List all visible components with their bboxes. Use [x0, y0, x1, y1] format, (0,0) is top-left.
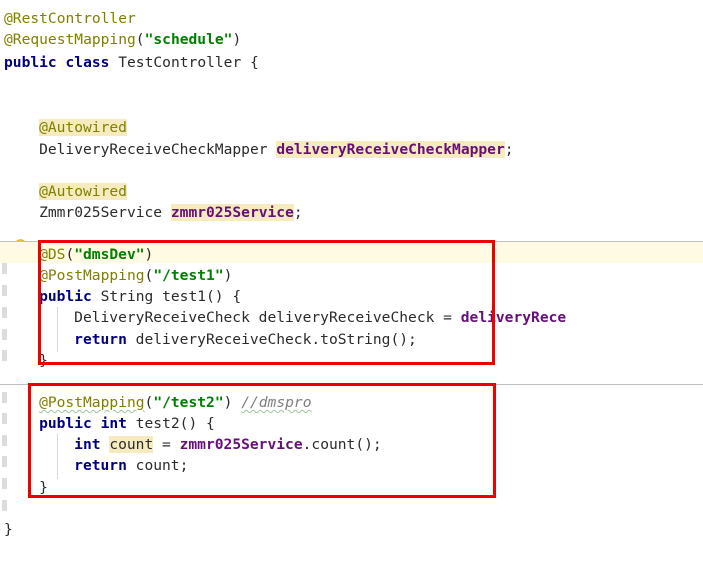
code-line[interactable]: }	[0, 475, 703, 496]
code-token: DeliveryReceiveCheckMapper	[39, 141, 277, 158]
code-token: (	[65, 246, 75, 263]
code-line[interactable]: return count;	[0, 453, 703, 474]
code-line-text: @Autowired	[39, 117, 127, 138]
code-line-text: @RequestMapping("schedule")	[4, 29, 241, 50]
code-token: deliveryRece	[460, 309, 567, 326]
code-line-text: public class TestController {	[4, 52, 259, 73]
code-line[interactable]: public class TestController {	[0, 50, 703, 71]
code-token: @RequestMapping	[4, 31, 136, 48]
code-line[interactable]: int count = zmmr025Service.count();	[0, 432, 703, 453]
code-token: @PostMapping	[39, 394, 145, 411]
code-token: @DS	[39, 246, 66, 263]
code-line[interactable]	[0, 71, 703, 92]
code-line-text: public String test1() {	[39, 286, 241, 307]
code-line[interactable]: public int test2() {	[0, 411, 703, 432]
code-token: "schedule"	[144, 31, 233, 48]
code-token: "/test1"	[153, 267, 224, 284]
code-token: test2() {	[126, 415, 215, 432]
code-token: class	[65, 54, 110, 71]
code-token: .count();	[302, 436, 382, 453]
code-line[interactable]: DeliveryReceiveCheck deliveryReceiveChec…	[0, 305, 703, 326]
code-token: @Autowired	[39, 183, 127, 200]
code-token: zmmr025Service	[170, 204, 294, 221]
code-token: }	[39, 352, 48, 369]
code-token: )	[144, 246, 154, 263]
code-surface[interactable]: @RestController @RequestMapping("schedule…	[0, 0, 703, 563]
code-token: zmmr025Service	[179, 436, 303, 453]
code-line-text: Zmmr025Service zmmr025Service;	[39, 202, 303, 223]
code-line[interactable]: @RestController	[0, 6, 703, 27]
code-line-text: return deliveryReceiveCheck.toString();	[74, 329, 417, 350]
code-token: =	[153, 436, 180, 453]
code-token: ;	[293, 204, 303, 221]
code-line[interactable]: }	[0, 348, 703, 369]
code-line[interactable]	[0, 496, 703, 517]
code-token: )	[223, 267, 233, 284]
code-token: TestController {	[109, 54, 259, 71]
code-token: (	[144, 267, 154, 284]
code-line-text: }	[39, 350, 48, 371]
code-line[interactable]	[0, 158, 703, 179]
code-editor[interactable]: @RestController @RequestMapping("schedule…	[0, 0, 703, 563]
code-line-text: }	[39, 477, 48, 498]
code-line-text: }	[4, 519, 13, 540]
code-token: int	[100, 415, 127, 432]
code-line-text: int count = zmmr025Service.count();	[74, 434, 382, 455]
code-token: "/test2"	[153, 394, 224, 411]
code-token: deliveryReceiveCheck.toString();	[126, 331, 417, 348]
code-token: count	[109, 436, 154, 453]
code-line-text: @Autowired	[39, 181, 127, 202]
code-token: "dmsDev"	[74, 246, 145, 263]
code-line[interactable]: @PostMapping("/test2") //dmspro	[0, 390, 703, 411]
code-token: DeliveryReceiveCheck deliveryReceiveChec…	[74, 309, 461, 326]
code-line[interactable]: Zmmr025Service zmmr025Service;	[0, 200, 703, 221]
code-line[interactable]	[0, 92, 703, 113]
code-token: return	[74, 457, 127, 474]
code-token: Zmmr025Service	[39, 204, 171, 221]
code-token: return	[74, 331, 127, 348]
code-token: )	[223, 394, 242, 411]
code-line-text: @RestController	[4, 8, 136, 29]
code-line-text: return count;	[74, 455, 188, 476]
code-token: String test1() {	[91, 288, 242, 305]
code-token: @RestController	[4, 10, 136, 27]
code-line[interactable]: @PostMapping("/test1")	[0, 263, 703, 284]
code-token: (	[144, 394, 154, 411]
code-token: ;	[504, 141, 514, 158]
code-line[interactable]	[0, 221, 703, 242]
code-line-text: @PostMapping("/test1")	[39, 265, 232, 286]
code-line-text: DeliveryReceiveCheck deliveryReceiveChec…	[74, 307, 566, 328]
code-line[interactable]: @RequestMapping("schedule")	[0, 27, 703, 48]
code-line[interactable]: DeliveryReceiveCheckMapper deliveryRecei…	[0, 137, 703, 158]
code-token: @PostMapping	[39, 267, 145, 284]
code-line-text: @PostMapping("/test2") //dmspro	[39, 392, 311, 413]
code-token: (	[135, 31, 145, 48]
code-line[interactable]: }	[0, 517, 703, 538]
code-line[interactable]: return deliveryReceiveCheck.toString();	[0, 327, 703, 348]
code-line[interactable]: @Autowired	[0, 179, 703, 200]
code-line[interactable]: public String test1() {	[0, 284, 703, 305]
code-token: int	[74, 436, 101, 453]
code-token: }	[39, 479, 48, 496]
code-line[interactable]: @Autowired	[0, 115, 703, 136]
code-token: public	[4, 54, 57, 71]
code-token: @Autowired	[39, 119, 127, 136]
code-token: //dmspro	[241, 394, 312, 411]
code-token: )	[232, 31, 242, 48]
code-line[interactable]	[0, 369, 703, 390]
code-token: deliveryReceiveCheckMapper	[276, 141, 505, 158]
code-token: public	[39, 415, 92, 432]
code-line-text: public int test2() {	[39, 413, 215, 434]
code-token: public	[39, 288, 92, 305]
code-line-text: DeliveryReceiveCheckMapper deliveryRecei…	[39, 139, 514, 160]
code-line-text: @DS("dmsDev")	[39, 244, 153, 265]
code-token: }	[4, 521, 13, 538]
code-line[interactable]: @DS("dmsDev")	[0, 242, 703, 263]
code-token: count;	[126, 457, 189, 474]
